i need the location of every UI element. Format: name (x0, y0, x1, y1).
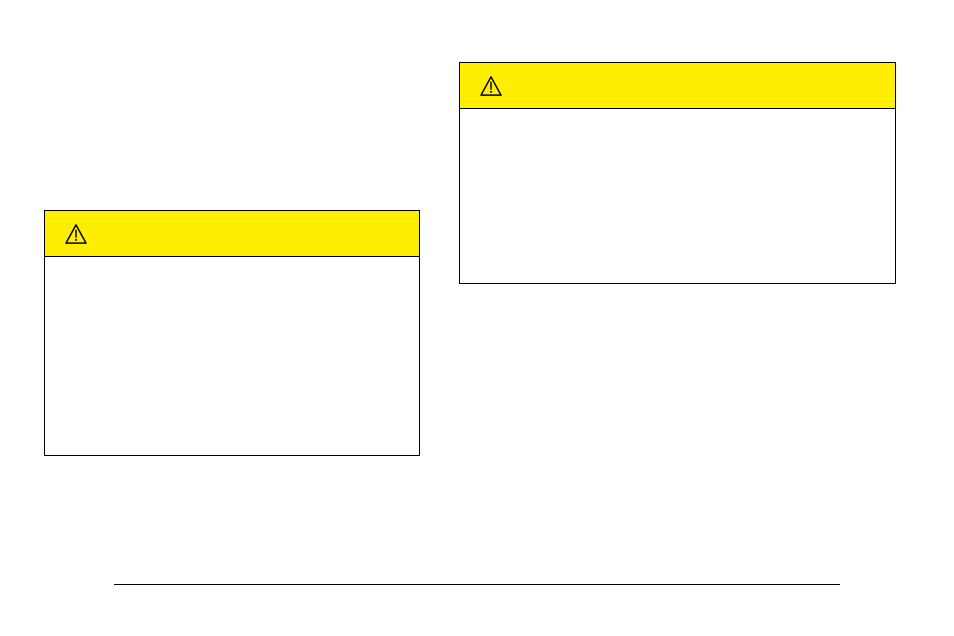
horizontal-divider (114, 584, 840, 585)
caution-box-right (459, 62, 896, 284)
caution-box-left (44, 210, 420, 456)
caution-body-right (460, 109, 895, 283)
caution-body-left (45, 257, 419, 455)
caution-header-right (460, 63, 895, 109)
warning-icon (480, 76, 502, 96)
warning-icon (65, 224, 87, 244)
caution-header-left (45, 211, 419, 257)
